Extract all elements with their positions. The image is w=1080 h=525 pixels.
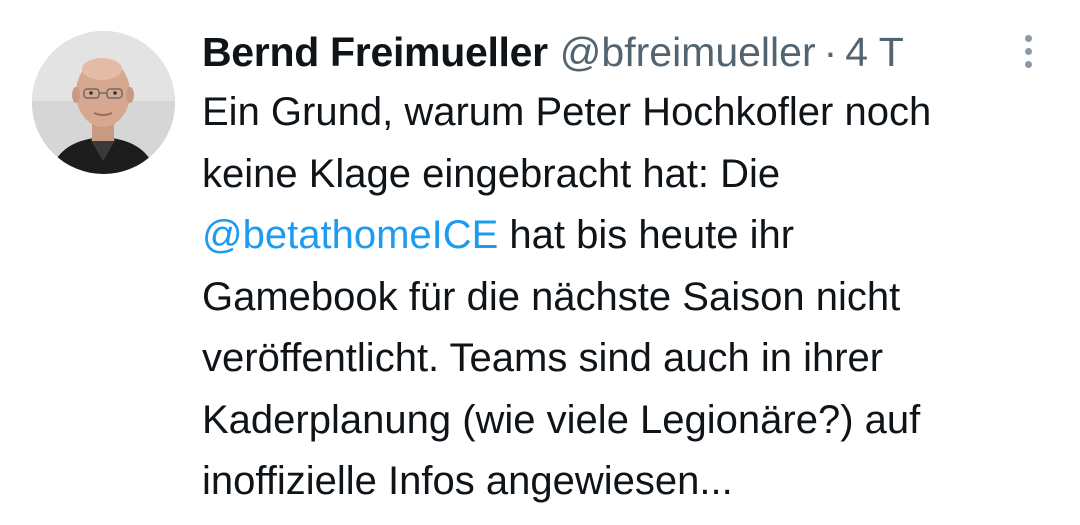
mention-link[interactable]: @betathomeICE [202,213,498,257]
more-dot [1024,60,1032,68]
author-handle[interactable]: @bfreimueller [560,26,816,78]
tweet-text-line: veröffentlicht. Teams sind auch in ihrer [202,336,884,380]
tweet-text-line: keine Klage eingebracht hat: Die [202,151,781,196]
more-dot [1024,47,1032,55]
avatar[interactable] [32,31,175,174]
tweet-text-line: @betathomeICE hat bis heute ihr [202,205,1042,267]
author-name[interactable]: Bernd Freimueller [202,26,548,78]
tweet-text: Ein Grund, warum Peter Hochkofler noch k… [202,82,1042,513]
tweet-text-line: Ein Grund, warum Peter Hochkofler noch [202,90,932,134]
tweet-header: Bernd Freimueller @bfreimueller · 4 T [202,26,904,78]
tweet-text-line: Gamebook für die nächste Saison nicht [202,274,901,319]
tweet-text-line: Kaderplanung (wie viele Legionäre?) auf [202,397,921,442]
person-avatar-icon [32,31,175,174]
tweet-timestamp[interactable]: 4 T [845,26,904,78]
separator-dot: · [823,29,838,75]
tweet-text-line: inoffizielle Infos angewiesen... [202,459,733,503]
more-vertical-icon[interactable] [1010,33,1046,69]
tweet-text-segment: hat bis heute ihr [498,213,795,257]
tweet[interactable]: Bernd Freimueller @bfreimueller · 4 T Ei… [0,0,1080,525]
more-dot [1024,34,1032,42]
